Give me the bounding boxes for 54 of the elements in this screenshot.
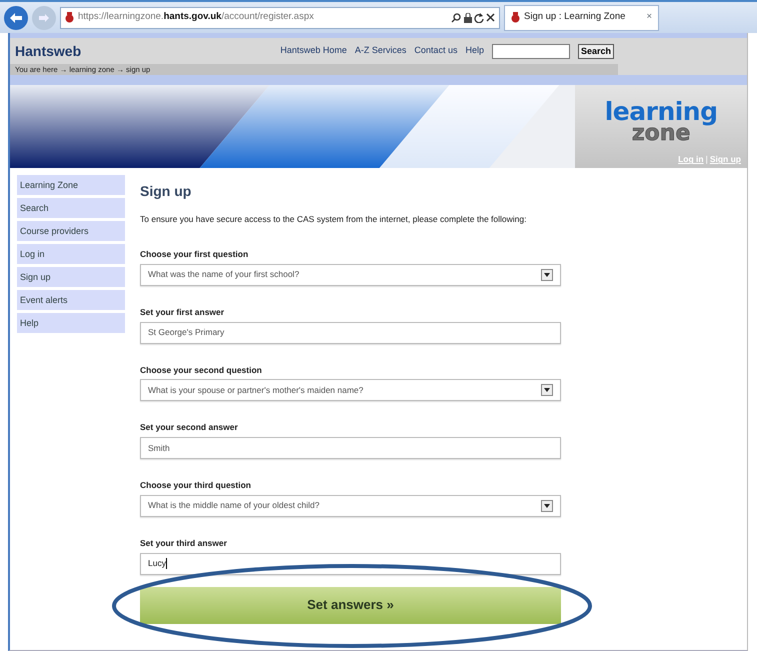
tab-close-button[interactable]: ×: [646, 10, 652, 25]
answer-field[interactable]: St George's Primary: [140, 322, 561, 344]
logo-text: learning: [604, 101, 718, 123]
question-dropdown[interactable]: What was the name of your first school?: [140, 264, 561, 286]
dropdown-value: What was the name of your first school?: [148, 268, 300, 282]
intro-text: To ensure you have secure access to the CAS system from the internet, please complete the following:: [140, 213, 528, 226]
caret-icon: [544, 504, 550, 508]
link-separator: |: [706, 153, 708, 166]
sidebar-item[interactable]: Help: [17, 313, 125, 333]
nav-link[interactable]: Contact us: [414, 44, 458, 58]
site-icon: [511, 12, 520, 23]
browser-tab[interactable]: Sign up : Learning Zone ×: [504, 4, 659, 30]
search-icon[interactable]: [451, 12, 462, 22]
search-field[interactable]: [492, 44, 570, 58]
field-label: Set your third answer: [140, 536, 228, 550]
dropdown-value: What is the middle name of your oldest child?: [148, 499, 320, 512]
logo-text: zone: [632, 123, 690, 145]
url-text: https://learningzone.hants.gov.uk/account/register.aspx: [78, 10, 314, 24]
forward-arrow-icon: [38, 12, 50, 22]
sidebar-item[interactable]: Log in: [17, 244, 125, 264]
sidebar-item[interactable]: Event alerts: [17, 290, 125, 310]
field-label: Choose your first question: [140, 248, 250, 261]
search-button[interactable]: Search: [578, 44, 614, 58]
back-arrow-icon: [9, 12, 23, 24]
sidebar-item[interactable]: Sign up: [17, 267, 125, 287]
field-value: Smith: [148, 442, 170, 454]
field-value: Lucy: [148, 557, 166, 570]
site-name: Hantsweb: [15, 42, 82, 60]
site-icon: [65, 12, 74, 23]
close-icon[interactable]: [486, 13, 495, 22]
nav-link[interactable]: Help: [465, 44, 484, 58]
lock-icon[interactable]: [464, 12, 472, 22]
field-value: St George's Primary: [148, 326, 224, 339]
address-field[interactable]: https://learningzone.hants.gov.uk/account/register.aspx: [60, 6, 500, 28]
nav-link[interactable]: Hantsweb Home: [280, 44, 347, 58]
dropdown-value: What is your spouse or partner's mother's maiden name?: [148, 384, 364, 397]
nav-link[interactable]: A-Z Services: [354, 44, 406, 58]
caret-icon: [544, 388, 550, 392]
sidebar-item[interactable]: Course providers: [17, 221, 125, 241]
submit-button[interactable]: Set answers »: [140, 586, 561, 624]
caret-icon: [544, 272, 550, 277]
field-label: Set your first answer: [140, 306, 226, 318]
question-dropdown[interactable]: What is your spouse or partner's mother's maiden name?: [140, 379, 561, 402]
answer-field[interactable]: Smith: [140, 437, 561, 459]
sidebar-item[interactable]: Learning Zone: [17, 175, 125, 195]
tab-title: Sign up : Learning Zone: [524, 10, 626, 24]
field-label: Choose your third question: [140, 479, 252, 492]
back-button[interactable]: [4, 6, 28, 30]
field-label: Choose your second question: [140, 364, 263, 376]
refresh-icon[interactable]: [474, 12, 484, 22]
sidebar-item[interactable]: Search: [17, 198, 125, 218]
page-title: Sign up: [140, 182, 192, 201]
question-dropdown[interactable]: What is the middle name of your oldest child?: [140, 494, 561, 517]
field-label: Set your second answer: [140, 421, 239, 434]
